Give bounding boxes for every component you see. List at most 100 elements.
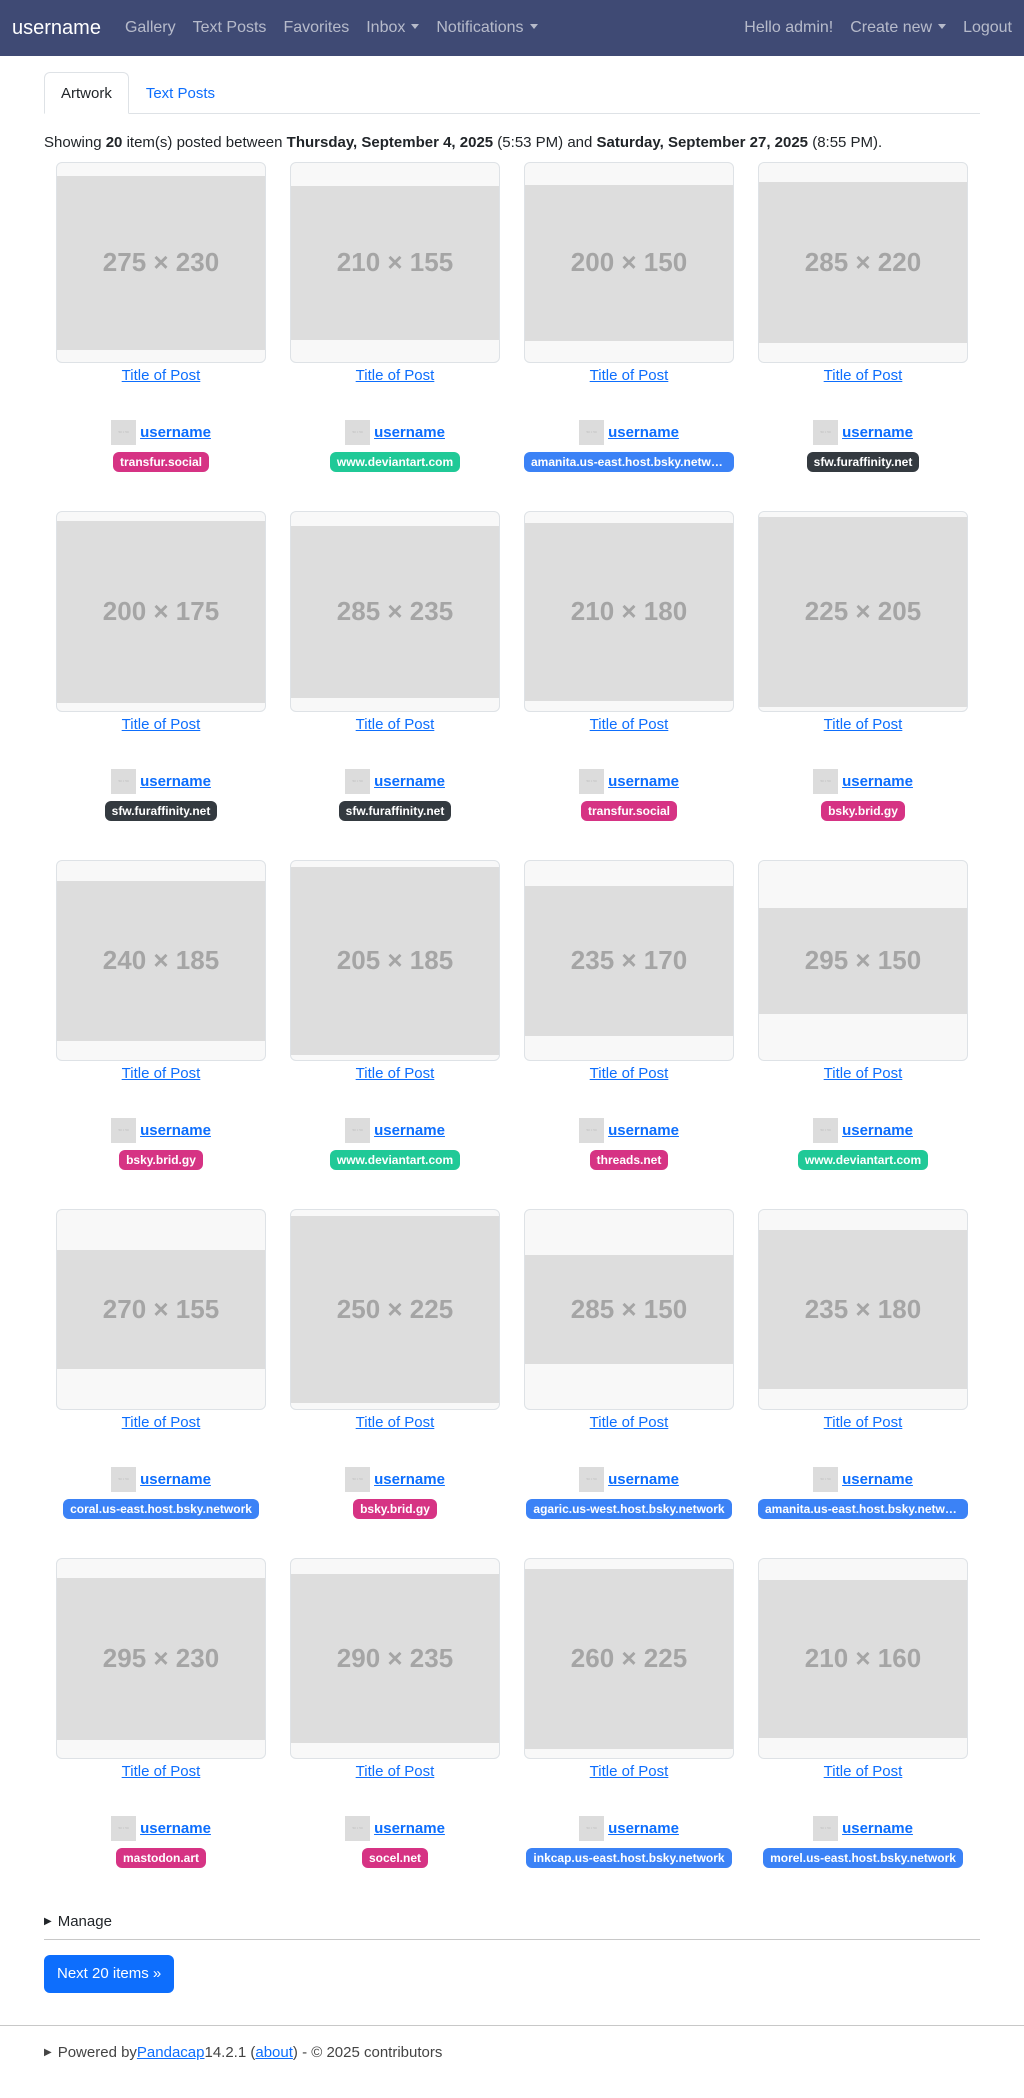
artwork-card: 275 × 230 Title of Post username transfur.s… [44, 162, 278, 511]
post-title-link[interactable]: Title of Post [746, 1413, 980, 1433]
navbar-brand[interactable]: username [12, 17, 101, 40]
tab-artwork[interactable]: Artwork [44, 72, 129, 114]
author-username-link[interactable]: username [140, 773, 211, 790]
post-title-link[interactable]: Title of Post [512, 1064, 746, 1084]
avatar [345, 420, 371, 445]
author-username-link[interactable]: username [374, 773, 445, 790]
author-username-link[interactable]: username [140, 1122, 211, 1139]
post-title-link[interactable]: Title of Post [746, 715, 980, 735]
artwork-thumbnail[interactable]: 285 × 150 [524, 1209, 734, 1410]
artwork-thumbnail[interactable]: 210 × 180 [524, 511, 734, 712]
next-page-button[interactable]: Next 20 items » [44, 1955, 175, 1993]
nav-text-posts[interactable]: Text Posts [193, 19, 267, 37]
artwork-thumbnail[interactable]: 285 × 235 [290, 511, 500, 712]
artwork-thumbnail[interactable]: 260 × 225 [524, 1558, 734, 1759]
avatar [111, 1118, 137, 1143]
author-username-link[interactable]: username [842, 1820, 913, 1837]
nav-gallery[interactable]: Gallery [125, 19, 176, 37]
avatar [579, 1816, 605, 1841]
nav-inbox-dropdown[interactable]: Inbox [366, 19, 420, 37]
artwork-thumbnail[interactable]: 205 × 185 [290, 860, 500, 1061]
post-title-link[interactable]: Title of Post [278, 1762, 512, 1782]
artwork-thumbnail[interactable]: 235 × 180 [758, 1209, 968, 1410]
avatar [345, 1816, 371, 1841]
artwork-card: 235 × 180 Title of Post username amanita.us… [746, 1209, 980, 1558]
placeholder-image: 235 × 180 [759, 1230, 967, 1389]
author-username-link[interactable]: username [842, 1122, 913, 1139]
post-title-link[interactable]: Title of Post [278, 366, 512, 386]
artwork-card: 210 × 180 Title of Post username transfur.s… [512, 511, 746, 860]
artwork-thumbnail[interactable]: 250 × 225 [290, 1209, 500, 1410]
author-username-link[interactable]: username [374, 424, 445, 441]
post-title-link[interactable]: Title of Post [44, 1762, 278, 1782]
post-author: username [746, 1118, 980, 1143]
author-username-link[interactable]: username [140, 1471, 211, 1488]
author-username-link[interactable]: username [374, 1820, 445, 1837]
artwork-thumbnail[interactable]: 295 × 150 [758, 860, 968, 1061]
main-container: Artwork Text Posts Showing 20 item(s) po… [44, 72, 980, 1993]
triangle-right-icon: ▶ [44, 1915, 52, 1927]
triangle-right-icon[interactable]: ▶ [44, 2047, 52, 2058]
placeholder-image: 285 × 220 [759, 182, 967, 343]
post-title-link[interactable]: Title of Post [512, 366, 746, 386]
post-title-link[interactable]: Title of Post [512, 715, 746, 735]
avatar [345, 1467, 371, 1492]
pandacap-link[interactable]: Pandacap [137, 2044, 205, 2061]
post-title-link[interactable]: Title of Post [44, 1064, 278, 1084]
nav-favorites[interactable]: Favorites [283, 19, 349, 37]
post-title-link[interactable]: Title of Post [278, 1064, 512, 1084]
author-username-link[interactable]: username [140, 1820, 211, 1837]
artwork-card: 200 × 150 Title of Post username amanita.us… [512, 162, 746, 511]
author-username-link[interactable]: username [140, 424, 211, 441]
post-title-link[interactable]: Title of Post [512, 1413, 746, 1433]
source-badge: mastodon.art [115, 1848, 206, 1868]
artwork-thumbnail[interactable]: 240 × 185 [56, 860, 266, 1061]
post-author: username [44, 420, 278, 445]
artwork-thumbnail[interactable]: 225 × 205 [758, 511, 968, 712]
author-username-link[interactable]: username [842, 424, 913, 441]
artwork-thumbnail[interactable]: 295 × 230 [56, 1558, 266, 1759]
artwork-thumbnail[interactable]: 235 × 170 [524, 860, 734, 1061]
post-title-link[interactable]: Title of Post [44, 715, 278, 735]
nav-logout[interactable]: Logout [963, 19, 1012, 37]
post-author: username [278, 1467, 512, 1492]
manage-toggle[interactable]: ▶ Manage [44, 1910, 980, 1932]
artwork-thumbnail[interactable]: 275 × 230 [56, 162, 266, 363]
artwork-thumbnail[interactable]: 210 × 155 [290, 162, 500, 363]
artwork-thumbnail[interactable]: 200 × 175 [56, 511, 266, 712]
author-username-link[interactable]: username [608, 773, 679, 790]
author-username-link[interactable]: username [608, 1122, 679, 1139]
nav-greeting[interactable]: Hello admin! [744, 19, 833, 37]
artwork-thumbnail[interactable]: 270 × 155 [56, 1209, 266, 1410]
post-title-link[interactable]: Title of Post [746, 1064, 980, 1084]
placeholder-image: 285 × 235 [291, 525, 499, 698]
artwork-thumbnail[interactable]: 285 × 220 [758, 162, 968, 363]
caret-down-icon [411, 24, 420, 29]
author-username-link[interactable]: username [842, 1471, 913, 1488]
artwork-thumbnail[interactable]: 290 × 235 [290, 1558, 500, 1759]
post-title-link[interactable]: Title of Post [278, 715, 512, 735]
manage-label: Manage [57, 1912, 112, 1930]
about-link[interactable]: about [255, 2044, 293, 2061]
author-username-link[interactable]: username [608, 1820, 679, 1837]
avatar [813, 1816, 839, 1841]
post-title-link[interactable]: Title of Post [746, 1762, 980, 1782]
post-title-link[interactable]: Title of Post [746, 366, 980, 386]
author-username-link[interactable]: username [608, 1471, 679, 1488]
artwork-thumbnail[interactable]: 200 × 150 [524, 162, 734, 363]
post-title-link[interactable]: Title of Post [44, 366, 278, 386]
author-username-link[interactable]: username [374, 1122, 445, 1139]
post-title-link[interactable]: Title of Post [512, 1762, 746, 1782]
author-username-link[interactable]: username [374, 1471, 445, 1488]
post-author: username [512, 769, 746, 794]
artwork-thumbnail[interactable]: 210 × 160 [758, 1558, 968, 1759]
post-title-link[interactable]: Title of Post [278, 1413, 512, 1433]
post-title-link[interactable]: Title of Post [44, 1413, 278, 1433]
nav-create-new-dropdown[interactable]: Create new [850, 19, 947, 37]
nav-notifications-dropdown[interactable]: Notifications [436, 19, 538, 37]
source-badge: inkcap.us-east.host.bsky.network [526, 1848, 732, 1868]
author-username-link[interactable]: username [608, 424, 679, 441]
placeholder-image: 260 × 225 [525, 1568, 733, 1749]
author-username-link[interactable]: username [842, 773, 913, 790]
tab-text-posts[interactable]: Text Posts [129, 72, 232, 114]
